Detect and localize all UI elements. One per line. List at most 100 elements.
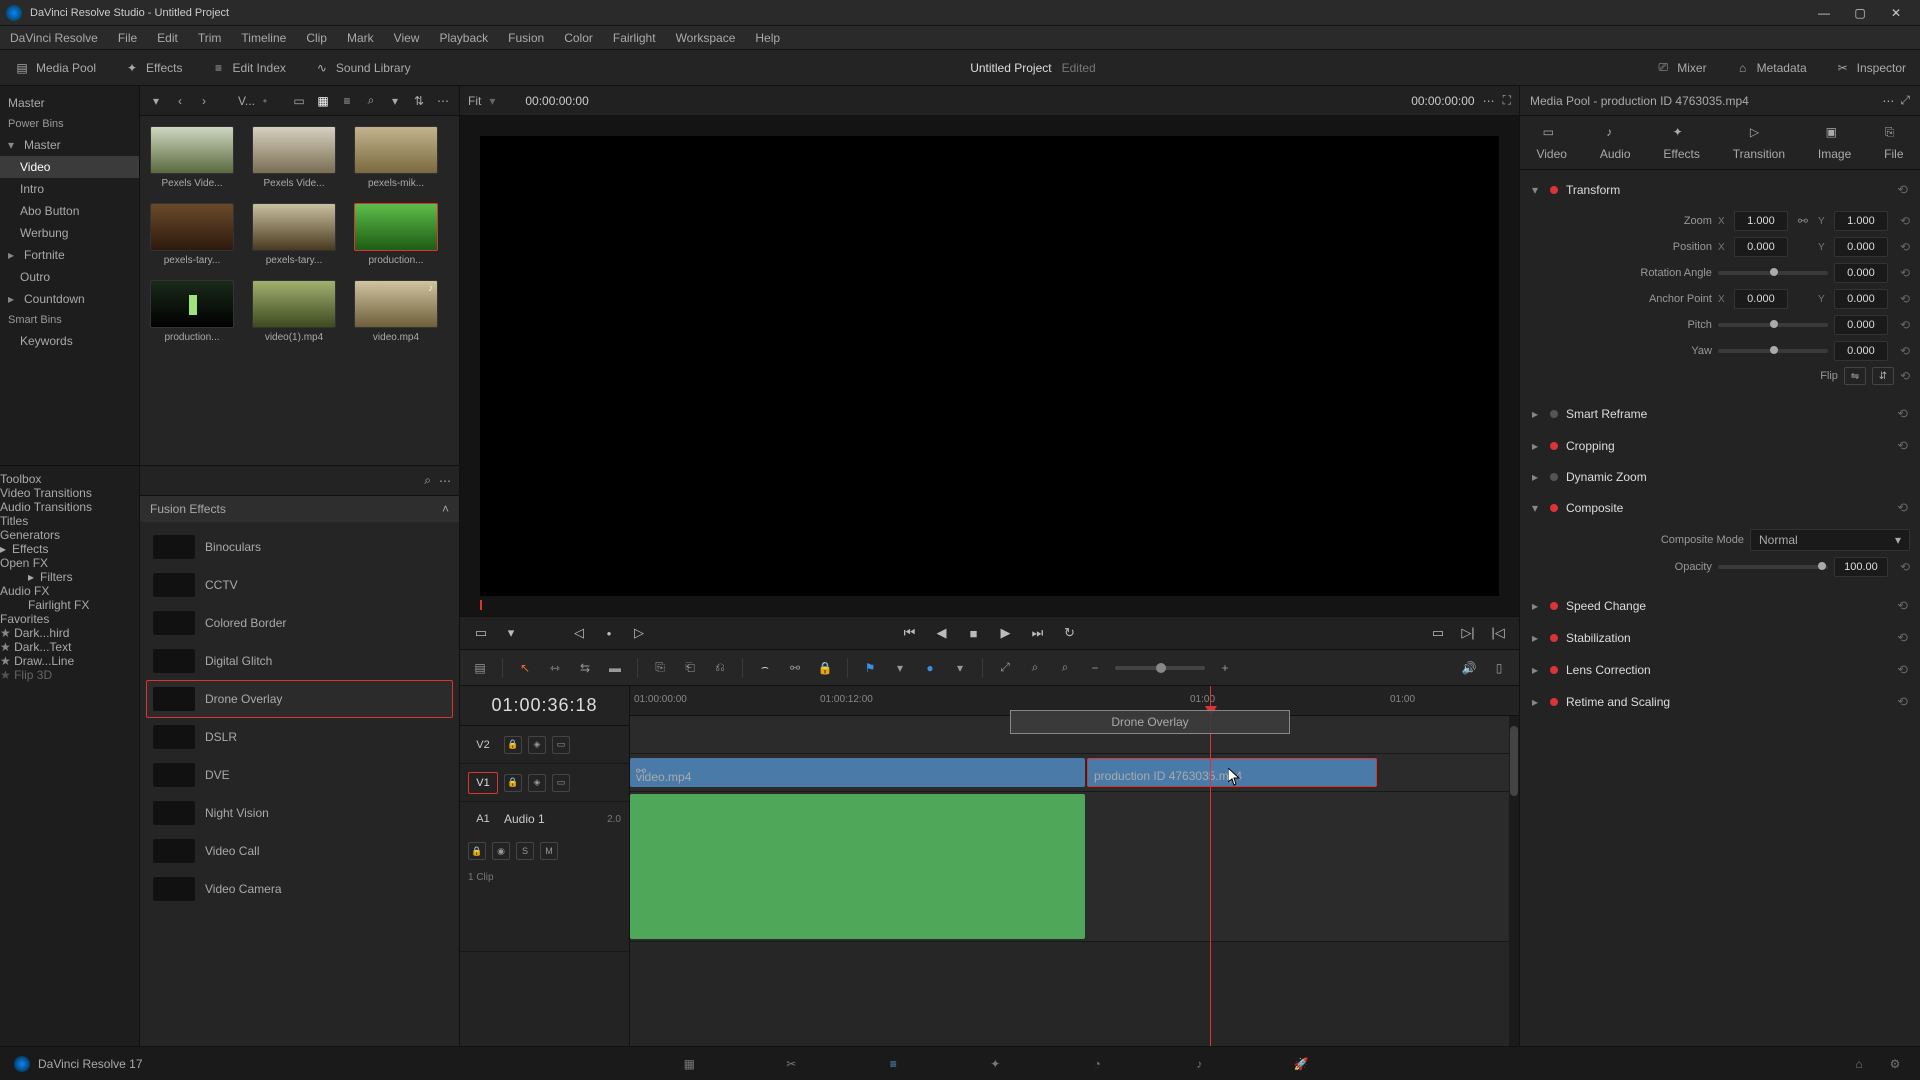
fx-filters[interactable]: ▸Filters [0, 570, 139, 584]
mute-icon[interactable]: M [540, 842, 558, 860]
media-clip[interactable]: pexels-tary... [150, 203, 234, 266]
zoom-out-icon[interactable]: − [1085, 658, 1105, 678]
goto-end-icon[interactable]: ⏭ [1027, 622, 1049, 644]
powerbin-werbung[interactable]: Werbung [0, 222, 139, 244]
lock-icon[interactable]: 🔒 [504, 774, 522, 792]
sec-retime[interactable]: ▸Retime and Scaling⟲ [1530, 688, 1910, 716]
media-clip[interactable]: production... [354, 203, 438, 266]
zoom-slider[interactable] [1115, 666, 1205, 670]
solo-icon[interactable]: S [516, 842, 534, 860]
yaw-val[interactable]: 0.000 [1834, 341, 1888, 361]
zoom-y[interactable]: 1.000 [1834, 211, 1888, 231]
close-button[interactable]: ✕ [1878, 0, 1914, 26]
fx-item[interactable]: Video Camera [146, 870, 453, 908]
selection-tool-icon[interactable]: ↖ [515, 658, 535, 678]
rotation-slider[interactable] [1718, 271, 1828, 275]
fx-titles[interactable]: Titles [0, 514, 139, 528]
fx-fairlight[interactable]: Fairlight FX [0, 598, 139, 612]
track-head-a1[interactable]: A1 Audio 1 2.0 🔒 ◉ S M 1 Clip [460, 802, 629, 952]
blade-tool-icon[interactable]: ▬ [605, 658, 625, 678]
fx-audiofx[interactable]: Audio FX [0, 584, 139, 598]
toggle-edit-index[interactable]: ≡Edit Index [205, 56, 292, 80]
pos-x[interactable]: 0.000 [1734, 237, 1788, 257]
powerbin-intro[interactable]: Intro [0, 178, 139, 200]
fit-dropdown[interactable]: Fit [468, 94, 481, 108]
menu-trim[interactable]: Trim [188, 26, 232, 49]
sec-composite[interactable]: ▾Composite⟲ [1530, 494, 1910, 522]
powerbin-outro[interactable]: Outro [0, 266, 139, 288]
page-color-icon[interactable]: ◔ [1086, 1053, 1108, 1075]
page-edit-icon[interactable]: ≡ [882, 1053, 904, 1075]
page-cut-icon[interactable]: ✂ [780, 1053, 802, 1075]
fx-item[interactable]: Digital Glitch [146, 642, 453, 680]
goto-start-icon[interactable]: ⏮ [899, 622, 921, 644]
reset-icon[interactable]: ⟲ [1900, 369, 1910, 383]
toggle-mixer[interactable]: ⎚Mixer [1649, 56, 1712, 80]
minimize-button[interactable]: — [1806, 0, 1842, 26]
anchor-x[interactable]: 0.000 [1734, 289, 1788, 309]
more-icon[interactable]: ⋯ [435, 93, 451, 109]
flag-icon[interactable]: ⚑ [860, 658, 880, 678]
playhead[interactable] [1210, 686, 1211, 1046]
media-clip[interactable]: video(1).mp4 [252, 280, 336, 343]
fx-effects[interactable]: ▸Effects [0, 542, 139, 556]
inspector-more-icon[interactable]: ⋯ [1882, 94, 1894, 108]
fx-item[interactable]: DVE [146, 756, 453, 794]
fx-item[interactable]: DSLR [146, 718, 453, 756]
media-clip[interactable]: Pexels Vide... [150, 126, 234, 189]
settings-icon[interactable]: ⚙ [1884, 1053, 1906, 1075]
reset-icon[interactable]: ⟲ [1900, 214, 1910, 228]
page-fairlight-icon[interactable]: ♪ [1188, 1053, 1210, 1075]
rotation-val[interactable]: 0.000 [1834, 263, 1888, 283]
media-clip[interactable]: pexels-mik... [354, 126, 438, 189]
reset-icon[interactable]: ⟲ [1897, 438, 1908, 454]
step-back-icon[interactable]: ◀ [931, 622, 953, 644]
next-edit-icon[interactable]: ▷ [628, 622, 650, 644]
fav-1[interactable]: ★ Dark...hird [0, 626, 139, 640]
lock-icon[interactable]: 🔒 [468, 842, 486, 860]
composite-mode-select[interactable]: Normal▾ [1750, 529, 1910, 551]
audio-clip[interactable] [630, 794, 1085, 939]
track-head-v2[interactable]: V2 🔒 ◈ ▭ [460, 726, 629, 764]
fx-category-header[interactable]: Fusion Effects ˄ [140, 496, 459, 522]
bin-master[interactable]: Master [0, 92, 139, 114]
fx-search-icon[interactable]: ⌕ [424, 473, 431, 488]
link-icon[interactable]: ⚯ [785, 658, 805, 678]
home-icon[interactable]: ⌂ [1848, 1053, 1870, 1075]
viewer-more-icon[interactable]: ⋯ [1483, 94, 1495, 108]
powerbin-video[interactable]: Video [0, 156, 139, 178]
menu-fusion[interactable]: Fusion [498, 26, 554, 49]
fx-item[interactable]: Video Call [146, 832, 453, 870]
audio-monitor-icon[interactable]: 🔊 [1459, 658, 1479, 678]
insert-icon[interactable]: ⎘ [650, 658, 670, 678]
chevron-down-icon[interactable]: ▾ [890, 658, 910, 678]
powerbin-abo[interactable]: Abo Button [0, 200, 139, 222]
chevron-down-icon[interactable]: ▾ [950, 658, 970, 678]
sec-dynamic-zoom[interactable]: ▸Dynamic Zoom [1530, 464, 1910, 490]
trim-tool-icon[interactable]: ⇿ [545, 658, 565, 678]
zoom-full-icon[interactable]: ⤢ [995, 658, 1015, 678]
snap-icon[interactable]: ⌢ [755, 658, 775, 678]
reset-icon[interactable]: ⟲ [1900, 560, 1910, 574]
toggle-metadata[interactable]: ⌂Metadata [1729, 56, 1813, 80]
fx-more-icon[interactable]: ⋯ [439, 474, 451, 488]
zoom-custom-icon[interactable]: ⌕ [1055, 658, 1075, 678]
toggle-effects[interactable]: ✦Effects [118, 56, 188, 80]
sec-cropping[interactable]: ▸Cropping⟲ [1530, 432, 1910, 460]
media-clip[interactable]: video.mp4 [354, 280, 438, 343]
mark-dot-icon[interactable]: • [598, 622, 620, 644]
fx-toolbox[interactable]: Toolbox [0, 472, 139, 486]
itab-video[interactable]: ▭Video [1530, 121, 1572, 165]
search-icon[interactable]: ⌕ [363, 93, 379, 109]
zoom-in-icon[interactable]: + [1215, 658, 1235, 678]
fx-gen[interactable]: Generators [0, 528, 139, 542]
yaw-slider[interactable] [1718, 349, 1828, 353]
media-clip[interactable]: pexels-tary... [252, 203, 336, 266]
menu-help[interactable]: Help [745, 26, 790, 49]
fx-item[interactable]: Binoculars [146, 528, 453, 566]
powerbin-master[interactable]: Master [0, 134, 139, 156]
fav-4[interactable]: ★ Flip 3D [0, 668, 139, 682]
media-clip[interactable]: Pexels Vide... [252, 126, 336, 189]
anchor-y[interactable]: 0.000 [1834, 289, 1888, 309]
zoom-x[interactable]: 1.000 [1734, 211, 1788, 231]
